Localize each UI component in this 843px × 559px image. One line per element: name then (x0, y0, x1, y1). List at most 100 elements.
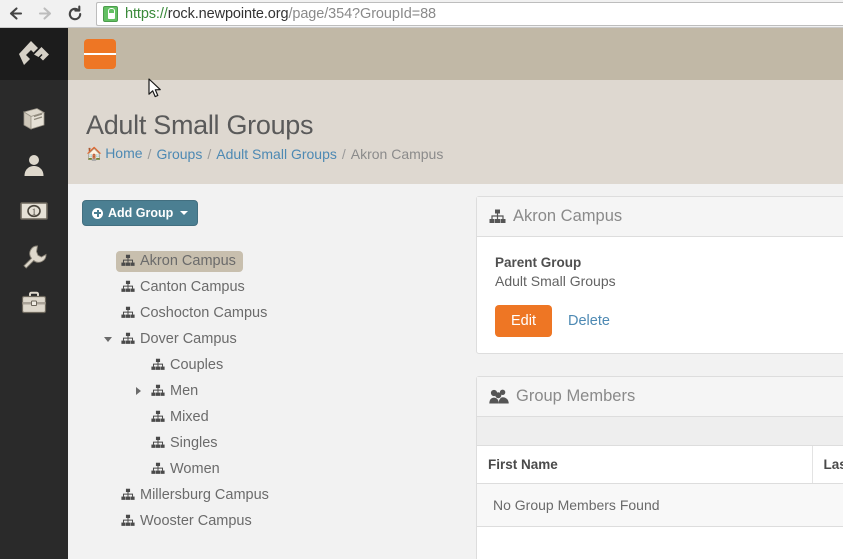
add-group-label: Add Group (108, 206, 174, 220)
table-row: No Group Members Found (477, 483, 843, 527)
back-button[interactable] (0, 0, 30, 28)
delete-link[interactable]: Delete (568, 313, 610, 329)
tree-node-label: Couples (170, 356, 224, 373)
wrench-icon (21, 244, 47, 275)
breadcrumb: 🏠 Home / Groups / Adult Small Groups / Ak… (86, 145, 843, 162)
tree-node-label: Women (170, 460, 220, 477)
sidebar-item-admin[interactable] (0, 236, 68, 282)
tree-node-item[interactable]: Mixed (146, 407, 216, 428)
briefcase-icon (21, 291, 47, 320)
table-header-row: First Name Las (477, 446, 843, 484)
tree-expand-icon[interactable] (130, 383, 146, 399)
ssl-lock-icon (103, 6, 118, 22)
tree-node[interactable]: Dover Campus (82, 326, 476, 352)
sitemap-icon (121, 332, 135, 345)
tree-node-label: Wooster Campus (140, 512, 252, 529)
sitemap-icon (121, 306, 135, 319)
sidebar-item-cms[interactable] (0, 98, 68, 144)
tree-node-item[interactable]: Coshocton Campus (116, 303, 274, 324)
add-group-button[interactable]: Add Group (82, 200, 199, 226)
breadcrumb-item-groups[interactable]: Groups (156, 146, 202, 162)
sitemap-icon (151, 410, 165, 423)
page-title: Adult Small Groups (86, 110, 314, 140)
book-icon (21, 107, 47, 136)
tree-expander-placeholder (100, 279, 116, 295)
tree-node-item[interactable]: Dover Campus (116, 329, 244, 350)
svg-text:1: 1 (32, 207, 37, 217)
breadcrumb-separator: / (207, 145, 212, 162)
reload-button[interactable] (60, 0, 90, 28)
tree-node-item[interactable]: Singles (146, 433, 225, 454)
grid-footer (477, 527, 843, 559)
column-header-last-name[interactable]: Las (812, 446, 843, 484)
tree-node-item[interactable]: Couples (146, 355, 230, 376)
breadcrumb-item-current: Akron Campus (350, 145, 444, 162)
grid-toolbar[interactable] (477, 417, 843, 446)
forward-arrow-icon (37, 5, 54, 22)
group-detail-body: Parent Group Adult Small Groups Edit Del… (477, 237, 843, 353)
tree-node[interactable]: Women (82, 456, 476, 482)
parent-group-label: Parent Group (495, 255, 582, 270)
tree-node[interactable]: Coshocton Campus (82, 300, 476, 326)
tree-node-item[interactable]: Men (146, 381, 205, 402)
tree-node-label: Millersburg Campus (140, 486, 269, 503)
detail-action-row: Edit Delete (495, 305, 843, 337)
tree-node[interactable]: Men (82, 378, 476, 404)
tree-node-item[interactable]: Wooster Campus (116, 511, 259, 532)
tree-node[interactable]: Mixed (82, 404, 476, 430)
home-icon: 🏠 (86, 146, 103, 161)
tree-expander-placeholder (130, 409, 146, 425)
tree-node[interactable]: Couples (82, 352, 476, 378)
group-detail-heading: Akron Campus (477, 197, 843, 237)
sitemap-icon (121, 514, 135, 527)
application-window: 1 Adult Small Groups 🏠 Home / Groups / A… (0, 28, 843, 559)
sidebar-item-tools[interactable] (0, 282, 68, 328)
edit-button[interactable]: Edit (495, 305, 552, 337)
tree-node-label: Mixed (170, 408, 209, 425)
sidebar-item-finance[interactable]: 1 (0, 190, 68, 236)
tree-node[interactable]: Canton Campus (82, 274, 476, 300)
hamburger-icon-line (84, 53, 95, 55)
tree-node-label: Singles (170, 434, 218, 451)
group-tree: Akron Campus Canton Campus Coshocton Campu… (82, 248, 476, 534)
parent-group-value: Adult Small Groups (495, 273, 616, 289)
url-path: /page/354?GroupId=88 (288, 6, 437, 22)
tree-node[interactable]: Millersburg Campus (82, 482, 476, 508)
tree-node-item[interactable]: Millersburg Campus (116, 485, 276, 506)
sidebar-item-people[interactable] (0, 144, 68, 190)
group-members-panel: Group Members First Name Las No Group Me… (476, 376, 843, 559)
tree-node-label: Coshocton Campus (140, 304, 268, 321)
tree-node[interactable]: Akron Campus (82, 248, 476, 274)
back-arrow-icon (7, 5, 24, 22)
sitemap-icon (121, 280, 135, 293)
breadcrumb-item-label: Home (105, 145, 143, 161)
forward-button[interactable] (30, 0, 60, 28)
tree-node-selected[interactable]: Akron Campus (116, 250, 243, 272)
menu-toggle-button[interactable] (84, 39, 117, 69)
tree-node[interactable]: Wooster Campus (82, 508, 476, 534)
tree-expander-placeholder (130, 461, 146, 477)
panel-title: Group Members (516, 387, 636, 405)
tree-node-item[interactable]: Women (146, 459, 227, 480)
sitemap-icon (151, 384, 165, 397)
address-bar[interactable]: https://rock.newpointe.org/page/354?Grou… (96, 2, 843, 26)
group-tree-panel: Add Group Akron Campus Canton Campus Cosho… (68, 184, 476, 559)
tree-node-item[interactable]: Canton Campus (116, 277, 252, 298)
tree-collapse-icon[interactable] (100, 331, 116, 347)
column-header-first-name[interactable]: First Name (477, 446, 813, 484)
tree-node-label: Akron Campus (140, 252, 236, 269)
tree-expander-placeholder (130, 357, 146, 373)
sitemap-icon (151, 462, 165, 475)
users-icon (489, 389, 509, 404)
rock-logo-icon[interactable] (0, 28, 68, 80)
breadcrumb-home[interactable]: 🏠 Home (86, 145, 143, 162)
browser-toolbar: https://rock.newpointe.org/page/354?Grou… (0, 0, 843, 28)
breadcrumb-item-adult-small-groups[interactable]: Adult Small Groups (216, 146, 337, 162)
url-scheme: https:// (125, 6, 168, 22)
tree-node-label: Canton Campus (140, 278, 245, 295)
tree-node[interactable]: Singles (82, 430, 476, 456)
sitemap-icon (151, 436, 165, 449)
plus-circle-icon (92, 207, 103, 219)
tree-expander-placeholder (100, 487, 116, 503)
caret-down-icon (180, 211, 189, 215)
